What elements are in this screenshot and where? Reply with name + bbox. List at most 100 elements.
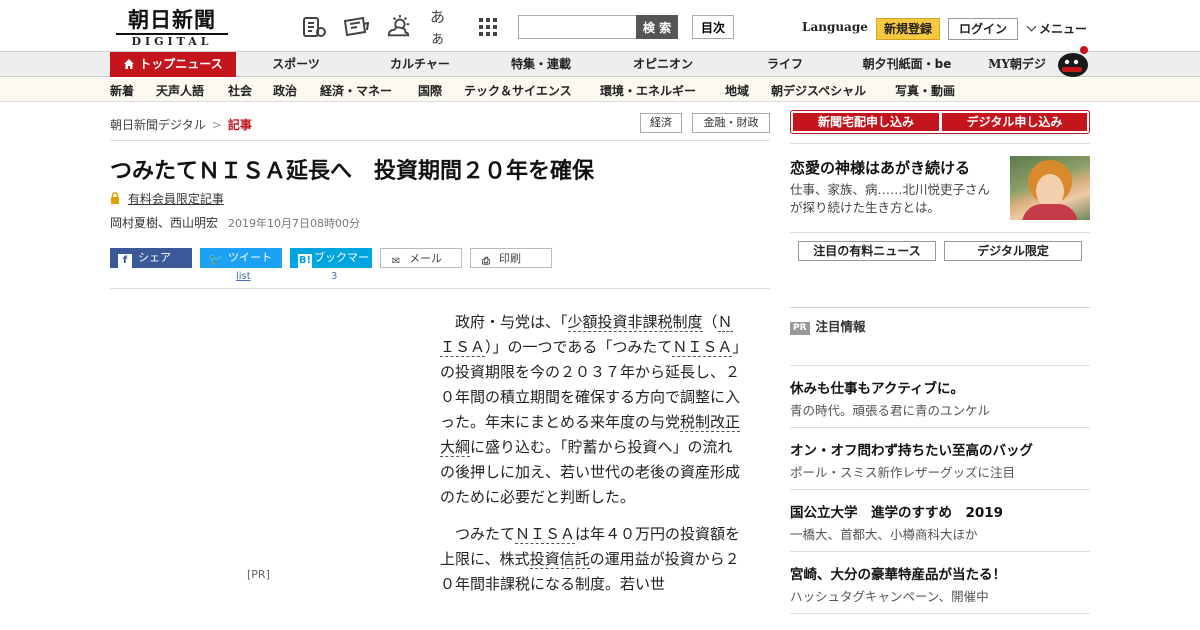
logo-japanese: 朝日新聞 <box>128 7 216 32</box>
share-label: シェア <box>138 251 171 264</box>
pr-item-description: ハッシュタグキャンペーン、開催中 <box>790 589 989 604</box>
pr-item[interactable]: 国公立大学 進学のすすめ 2019 一橋大、首都大、小樽商科大ほか <box>790 504 1090 544</box>
keyword-link[interactable]: ＮＩＳＡ <box>672 338 733 357</box>
nav-opinion[interactable]: オピニオン <box>613 52 713 77</box>
divider <box>790 427 1090 428</box>
feature-title[interactable]: 恋愛の神様はあがき続ける <box>790 157 970 178</box>
tab-paid-news[interactable]: 注目の有料ニュース <box>798 241 936 261</box>
subscribe-digital-button[interactable]: デジタル申し込み <box>942 113 1087 131</box>
nav-culture[interactable]: カルチャー <box>370 52 470 77</box>
site-header: 朝日新聞 DIGITAL あぁ 検 索 目次 Language 新規登録 ログイ… <box>0 0 1200 52</box>
keyword-link[interactable]: 少額投資非課税制度 <box>567 313 703 332</box>
paper-icon[interactable] <box>343 14 369 40</box>
tab-digital-only[interactable]: デジタル限定 <box>944 241 1082 261</box>
text: つみたて <box>455 525 516 543</box>
facebook-share-button[interactable]: f シェア <box>110 248 192 268</box>
divider <box>790 232 1090 233</box>
text: 政府・与党は、「 <box>455 313 568 331</box>
mail-icon: ✉ <box>391 256 401 267</box>
logo-english: DIGITAL <box>116 33 228 49</box>
ad-pr-label: [PR] <box>247 568 270 581</box>
chevron-down-icon <box>1026 21 1037 32</box>
menu-label: メニュー <box>1039 22 1088 36</box>
keyword-link[interactable]: ＮＩＳＡ <box>515 525 576 544</box>
tag-finance[interactable]: 金融・財政 <box>692 113 770 133</box>
pr-item[interactable]: 休みも仕事もアクティブに。 青の時代。頑張る君に青のユンケル <box>790 380 1090 420</box>
feature-photo[interactable] <box>1010 156 1090 220</box>
printer-icon: ⎙ <box>482 256 490 267</box>
breadcrumb: 朝日新聞デジタル > 記事 <box>110 116 252 133</box>
subnav-region[interactable]: 地域 <box>725 82 749 99</box>
text: に盛り込む。「貯蓄から投資へ」の流れの後押しに加え、若い世代の老後の資産形成のた… <box>440 438 741 506</box>
article-paragraph: つみたてＮＩＳＡは年４０万円の投資額を上限に、株式投資信託の運用益が投資から２０… <box>440 522 746 597</box>
search-input[interactable] <box>518 15 638 39</box>
breadcrumb-current: 記事 <box>227 118 252 132</box>
facebook-icon: f <box>118 254 132 268</box>
tweet-label: ツイート <box>228 251 272 264</box>
pr-item-title: 宮崎、大分の豪華特産品が当たる！ <box>790 567 1006 583</box>
register-button[interactable]: 新規登録 <box>876 18 940 40</box>
keyword-link[interactable]: 投資信託 <box>529 550 590 569</box>
hatena-bookmark-button[interactable]: B! ブックマーク <box>290 248 372 284</box>
article-paragraph: 政府・与党は、「少額投資非課税制度（ＮＩＳＡ）」の一つである「つみたてＮＩＳＡ」… <box>440 310 746 510</box>
pr-heading: PR 注目情報 <box>790 316 866 335</box>
subnav-society[interactable]: 社会 <box>228 82 252 99</box>
nav-features[interactable]: 特集・連載 <box>491 52 591 77</box>
subnav-politics[interactable]: 政治 <box>273 82 297 99</box>
main-nav: トップニュース スポーツ カルチャー 特集・連載 オピニオン ライフ 朝夕刊紙面… <box>0 52 1200 77</box>
menu-button[interactable]: メニュー <box>1026 20 1088 37</box>
tag-economy[interactable]: 経済 <box>640 113 682 133</box>
grid-menu-icon[interactable] <box>475 14 501 40</box>
text: （ <box>702 313 718 331</box>
nav-newspaper[interactable]: 朝夕刊紙面・be <box>852 52 962 77</box>
pr-item-title: 休みも仕事もアクティブに。 <box>790 381 965 397</box>
twitter-tweet-button[interactable]: 🐦 ツイート <box>200 248 282 268</box>
bookmark-count[interactable]: 3 <box>331 271 337 282</box>
divider <box>110 288 770 289</box>
pr-item-title: 国公立大学 進学のすすめ 2019 <box>790 505 1004 521</box>
nav-my-asadigi[interactable]: MY朝デジ <box>980 52 1054 77</box>
premium-label[interactable]: 有料会員限定記事 <box>110 190 224 207</box>
pr-item-description: 一橋大、首都大、小樽商科大ほか <box>790 527 978 542</box>
nav-sports[interactable]: スポーツ <box>246 52 346 77</box>
login-button[interactable]: ログイン <box>948 18 1018 40</box>
nav-top-news[interactable]: トップニュース <box>110 52 236 77</box>
sub-nav: 新着 天声人語 社会 政治 経済・マネー 国際 テック＆サイエンス 環境・エネル… <box>0 78 1200 102</box>
mail-button[interactable]: ✉ メール <box>380 248 462 268</box>
toc-button[interactable]: 目次 <box>692 15 734 39</box>
subnav-international[interactable]: 国際 <box>418 82 442 99</box>
divider <box>790 613 1090 614</box>
feature-description[interactable]: 仕事、家族、病……北川悦吏子さんが探り続けた生き方とは。 <box>790 181 1002 217</box>
divider <box>110 140 770 141</box>
news-list-icon[interactable] <box>301 14 327 40</box>
pr-badge: PR <box>790 322 810 335</box>
nav-life[interactable]: ライフ <box>735 52 835 77</box>
site-logo[interactable]: 朝日新聞 DIGITAL <box>116 8 228 48</box>
article-headline: つみたてＮＩＳＡ延長へ 投資期間２０年を確保 <box>110 159 595 184</box>
mascot-icon[interactable] <box>1054 44 1092 78</box>
breadcrumb-home[interactable]: 朝日新聞デジタル <box>110 118 206 132</box>
subnav-economy[interactable]: 経済・マネー <box>320 82 392 99</box>
pr-item[interactable]: オン・オフ問わず持ちたい至高のバッグ ポール・スミス新作レザーグッズに注目 <box>790 442 1090 482</box>
subnav-tenseijingo[interactable]: 天声人語 <box>156 82 204 99</box>
subnav-environment[interactable]: 環境・エネルギー <box>600 82 696 99</box>
weather-icon[interactable] <box>386 14 412 40</box>
publish-date: 2019年10月7日08時00分 <box>228 217 360 230</box>
search-button[interactable]: 検 索 <box>636 15 678 39</box>
subscribe-home-delivery-button[interactable]: 新聞宅配申し込み <box>793 113 939 131</box>
print-button[interactable]: ⎙ 印刷 <box>470 248 552 268</box>
pr-item-description: ポール・スミス新作レザーグッズに注目 <box>790 465 1016 480</box>
subnav-special[interactable]: 朝デジスペシャル <box>771 82 866 99</box>
tweet-count[interactable]: list <box>236 271 251 282</box>
language-link[interactable]: Language <box>802 20 868 34</box>
divider <box>790 489 1090 490</box>
font-size-icon[interactable]: あぁ <box>430 8 456 47</box>
divider <box>790 143 1090 144</box>
premium-label-text: 有料会員限定記事 <box>127 192 224 206</box>
subnav-photo-video[interactable]: 写真・動画 <box>895 82 955 99</box>
subnav-tech[interactable]: テック＆サイエンス <box>464 82 572 99</box>
authors: 岡村夏樹、西山明宏 <box>110 216 219 230</box>
subnav-new[interactable]: 新着 <box>110 82 134 99</box>
pr-item[interactable]: 宮崎、大分の豪華特産品が当たる！ ハッシュタグキャンペーン、開催中 <box>790 566 1090 606</box>
print-label: 印刷 <box>499 252 521 265</box>
